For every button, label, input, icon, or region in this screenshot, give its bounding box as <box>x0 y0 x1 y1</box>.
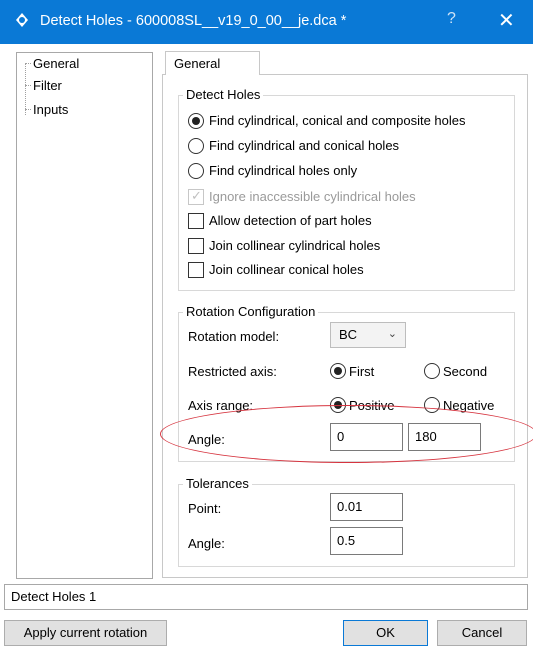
tolerances-legend: Tolerances <box>183 476 252 491</box>
rotation-model-select[interactable]: BC ⌄ <box>330 322 406 348</box>
help-icon[interactable]: ? <box>447 10 456 28</box>
tolerance-point-field[interactable]: 0.01 <box>330 493 403 521</box>
tab-general[interactable]: General <box>165 51 260 75</box>
radio-composite-holes-label: Find cylindrical, conical and composite … <box>209 113 466 128</box>
radio-axis-first[interactable] <box>330 363 346 379</box>
checkbox-join-cylindrical-label: Join collinear cylindrical holes <box>209 238 381 253</box>
angle-min-field[interactable]: 0 <box>330 423 403 451</box>
angle-range-label: Angle: <box>188 432 225 447</box>
rotation-model-value: BC <box>339 327 358 342</box>
tolerance-angle-label: Angle: <box>188 536 225 551</box>
detect-holes-legend: Detect Holes <box>183 87 264 102</box>
cancel-button[interactable]: Cancel <box>437 620 527 646</box>
radio-axis-second[interactable] <box>424 363 440 379</box>
radio-range-positive-label: Positive <box>349 398 395 413</box>
radio-cylindrical-conical-label: Find cylindrical and conical holes <box>209 138 400 153</box>
radio-cylindrical-only[interactable] <box>188 163 204 179</box>
radio-axis-second-label: Second <box>443 364 488 379</box>
tree-item-filter[interactable]: Filter <box>33 77 62 95</box>
restricted-axis-label: Restricted axis: <box>188 364 277 379</box>
close-icon[interactable]: ✕ <box>498 8 515 33</box>
radio-range-negative[interactable] <box>424 397 440 413</box>
title-bar: Detect Holes - 600008SL__v19_0_00__je.dc… <box>0 0 533 44</box>
navigation-tree: General Filter Inputs <box>16 52 153 579</box>
checkbox-ignore-inaccessible[interactable] <box>188 188 204 205</box>
checkbox-join-cylindrical[interactable] <box>188 238 204 254</box>
radio-cylindrical-conical[interactable] <box>188 138 204 154</box>
chevron-down-icon: ⌄ <box>387 328 397 340</box>
window-title: Detect Holes - 600008SL__v19_0_00__je.dc… <box>40 13 347 29</box>
tree-connector <box>25 63 31 64</box>
tolerance-angle-field[interactable]: 0.5 <box>330 527 403 555</box>
checkbox-join-conical-label: Join collinear conical holes <box>209 262 364 277</box>
checkbox-join-conical[interactable] <box>188 262 204 278</box>
tree-item-inputs[interactable]: Inputs <box>33 101 68 119</box>
radio-composite-holes[interactable] <box>188 113 204 129</box>
radio-range-positive[interactable] <box>330 397 346 413</box>
checkbox-ignore-inaccessible-label: Ignore inaccessible cylindrical holes <box>209 189 416 204</box>
app-icon <box>16 13 28 27</box>
radio-cylindrical-only-label: Find cylindrical holes only <box>209 163 358 178</box>
tree-connector <box>25 63 26 115</box>
tree-connector <box>25 85 31 86</box>
rotation-model-label: Rotation model: <box>188 329 280 344</box>
tolerance-point-label: Point: <box>188 501 222 516</box>
radio-axis-first-label: First <box>349 364 375 379</box>
checkbox-allow-part-holes[interactable] <box>188 213 204 229</box>
angle-max-field[interactable]: 180 <box>408 423 481 451</box>
tree-item-general[interactable]: General <box>33 55 79 73</box>
apply-rotation-button[interactable]: Apply current rotation <box>4 620 167 646</box>
radio-range-negative-label: Negative <box>443 398 495 413</box>
ok-button[interactable]: OK <box>343 620 428 646</box>
status-bar: Detect Holes 1 <box>4 584 528 610</box>
tree-connector <box>25 109 31 110</box>
axis-range-label: Axis range: <box>188 398 254 413</box>
rotation-legend: Rotation Configuration <box>183 304 319 319</box>
checkbox-allow-part-holes-label: Allow detection of part holes <box>209 213 372 228</box>
